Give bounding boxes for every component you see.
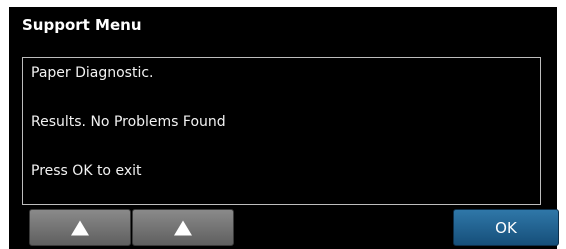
up-triangle-icon (71, 220, 89, 235)
ok-button[interactable]: OK (453, 209, 559, 246)
scroll-up-button[interactable] (29, 209, 131, 246)
message-box: Paper Diagnostic. Results. No Problems F… (22, 57, 541, 205)
scroll-up-button-2[interactable] (132, 209, 234, 246)
up-triangle-icon (174, 220, 192, 235)
message-line-1: Paper Diagnostic. (31, 65, 154, 81)
message-line-3: Press OK to exit (31, 163, 142, 179)
page-title: Support Menu (22, 16, 142, 34)
message-line-2: Results. No Problems Found (31, 114, 226, 130)
support-menu-panel: Support Menu Paper Diagnostic. Results. … (9, 7, 559, 249)
